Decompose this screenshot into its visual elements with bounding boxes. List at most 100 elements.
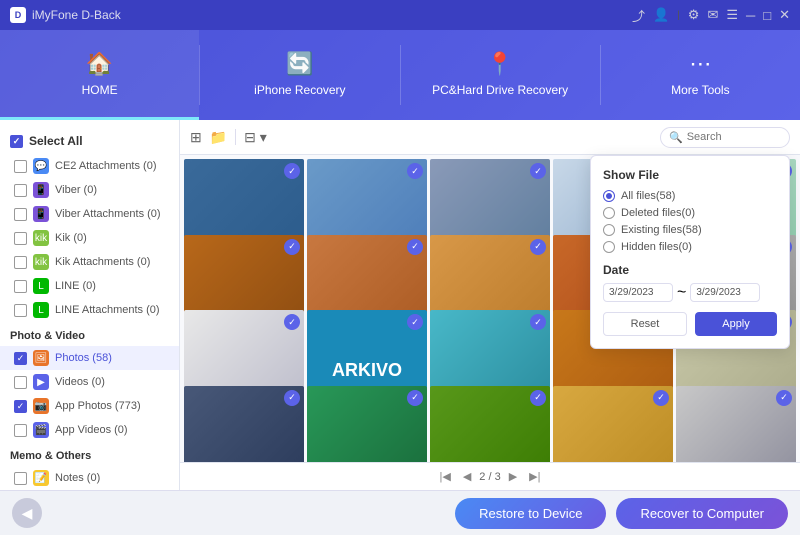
photo-check[interactable]: ✓ <box>530 239 546 255</box>
sidebar-item-kik-att[interactable]: kik Kik Attachments (0) <box>0 250 179 274</box>
viber-att-checkbox[interactable] <box>14 208 27 221</box>
select-all-row[interactable]: ✓ Select All <box>0 128 179 154</box>
back-button[interactable]: ◀ <box>12 498 42 528</box>
line-label: LINE (0) <box>55 280 169 292</box>
photo-check[interactable]: ✓ <box>653 390 669 406</box>
photo-check[interactable]: ✓ <box>530 390 546 406</box>
reset-button[interactable]: Reset <box>603 312 687 336</box>
prev-page-button[interactable]: ◀ <box>459 468 475 485</box>
home-icon: 🏠 <box>86 51 113 77</box>
sidebar-item-ce2[interactable]: 💬 CE2 Attachments (0) <box>0 154 179 178</box>
minimize-icon[interactable]: ─ <box>746 8 755 23</box>
user-icon[interactable]: 👤 <box>653 7 669 23</box>
line-att-checkbox[interactable] <box>14 304 27 317</box>
filter-existing[interactable]: Existing files(58) <box>603 224 777 236</box>
photo-cell[interactable]: ✓ <box>553 386 673 463</box>
iphone-recovery-icon: 🔄 <box>286 51 313 77</box>
nav-pc-recovery[interactable]: 📍 PC&Hard Drive Recovery <box>401 30 600 120</box>
kik-checkbox[interactable] <box>14 232 27 245</box>
memo-section: Memo & Others <box>0 442 179 466</box>
filter-hidden[interactable]: Hidden files(0) <box>603 241 777 253</box>
filter-deleted[interactable]: Deleted files(0) <box>603 207 777 219</box>
notes-icon: 📝 <box>33 470 49 486</box>
first-page-button[interactable]: |◀ <box>436 468 455 485</box>
photo-check[interactable]: ✓ <box>776 390 792 406</box>
photo-check[interactable]: ✓ <box>284 163 300 179</box>
nav-home-label: HOME <box>82 83 118 97</box>
maximize-icon[interactable]: □ <box>763 8 771 23</box>
filter-all-label: All files(58) <box>621 190 675 202</box>
app-videos-checkbox[interactable] <box>14 424 27 437</box>
filter-deleted-radio[interactable] <box>603 207 615 219</box>
viber-checkbox[interactable] <box>14 184 27 197</box>
date-from-input[interactable] <box>603 283 673 302</box>
close-icon[interactable]: ✕ <box>779 7 790 23</box>
nav-iphone-recovery[interactable]: 🔄 iPhone Recovery <box>200 30 399 120</box>
photos-checkbox[interactable]: ✓ <box>14 352 27 365</box>
photo-check[interactable]: ✓ <box>407 239 423 255</box>
nav-more-tools[interactable]: ⋯ More Tools <box>601 30 800 120</box>
sidebar-item-line-att[interactable]: L LINE Attachments (0) <box>0 298 179 322</box>
filter-title: Show File <box>603 168 777 182</box>
sidebar-item-videos[interactable]: ▶ Videos (0) <box>0 370 179 394</box>
photo-check[interactable]: ✓ <box>407 390 423 406</box>
line-checkbox[interactable] <box>14 280 27 293</box>
sidebar-item-viber-att[interactable]: 📱 Viber Attachments (0) <box>0 202 179 226</box>
videos-icon: ▶ <box>33 374 49 390</box>
restore-to-device-button[interactable]: Restore to Device <box>455 498 606 529</box>
nav-home[interactable]: 🏠 HOME <box>0 30 199 120</box>
share-icon[interactable]: ⤴ <box>632 6 645 25</box>
photo-check[interactable]: ✓ <box>407 163 423 179</box>
photo-check[interactable]: ✓ <box>284 239 300 255</box>
kik-att-icon: kik <box>33 254 49 270</box>
recover-to-computer-button[interactable]: Recover to Computer <box>616 498 788 529</box>
filter-existing-radio[interactable] <box>603 224 615 236</box>
filter-all-radio[interactable] <box>603 190 615 202</box>
last-page-button[interactable]: ▶| <box>525 468 544 485</box>
ce2-icon: 💬 <box>33 158 49 174</box>
sidebar-item-notes[interactable]: 📝 Notes (0) <box>0 466 179 490</box>
filter-icon[interactable]: ⊟ ▾ <box>244 129 267 146</box>
filter-hidden-radio[interactable] <box>603 241 615 253</box>
select-all-checkbox[interactable]: ✓ <box>10 135 23 148</box>
line-att-icon: L <box>33 302 49 318</box>
photo-cell[interactable]: ✓ <box>307 386 427 463</box>
notes-checkbox[interactable] <box>14 472 27 485</box>
menu-icon[interactable]: ☰ <box>726 7 738 23</box>
mail-icon[interactable]: ✉ <box>707 7 718 23</box>
photo-cell[interactable]: ✓ <box>430 386 550 463</box>
ce2-checkbox[interactable] <box>14 160 27 173</box>
photo-check[interactable]: ✓ <box>530 163 546 179</box>
filter-all-files[interactable]: All files(58) <box>603 190 777 202</box>
sidebar-item-kik[interactable]: kik Kik (0) <box>0 226 179 250</box>
photo-check[interactable]: ✓ <box>407 314 423 330</box>
grid-view-icon[interactable]: ⊞ <box>190 129 202 146</box>
photo-check[interactable]: ✓ <box>284 314 300 330</box>
folder-icon[interactable]: 📁 <box>210 129 227 146</box>
apply-button[interactable]: Apply <box>695 312 777 336</box>
settings-icon[interactable]: ⚙ <box>688 7 700 23</box>
sidebar-item-viber[interactable]: 📱 Viber (0) <box>0 178 179 202</box>
search-input[interactable] <box>687 131 781 143</box>
photo-cell[interactable]: ✓ <box>184 386 304 463</box>
sidebar-item-line[interactable]: L LINE (0) <box>0 274 179 298</box>
photo-check[interactable]: ✓ <box>530 314 546 330</box>
viber-label: Viber (0) <box>55 184 169 196</box>
app-videos-icon: 🎬 <box>33 422 49 438</box>
sidebar-item-photos[interactable]: ✓ 🖼 Photos (58) <box>0 346 179 370</box>
search-box[interactable]: 🔍 <box>660 127 790 148</box>
photo-check[interactable]: ✓ <box>284 390 300 406</box>
date-to-input[interactable] <box>690 283 760 302</box>
sidebar-item-app-videos[interactable]: 🎬 App Videos (0) <box>0 418 179 442</box>
titlebar: D iMyFone D-Back ⤴ 👤 | ⚙ ✉ ☰ ─ □ ✕ <box>0 0 800 30</box>
content-toolbar: ⊞ 📁 ⊟ ▾ 🔍 <box>180 120 800 155</box>
videos-checkbox[interactable] <box>14 376 27 389</box>
sidebar-item-app-photos[interactable]: ✓ 📷 App Photos (773) <box>0 394 179 418</box>
app-videos-label: App Videos (0) <box>55 424 169 436</box>
kik-att-checkbox[interactable] <box>14 256 27 269</box>
next-page-button[interactable]: ▶ <box>505 468 521 485</box>
app-photos-checkbox[interactable]: ✓ <box>14 400 27 413</box>
titlebar-left: D iMyFone D-Back <box>10 7 121 23</box>
photo-cell[interactable]: ✓ <box>676 386 796 463</box>
app-photos-icon: 📷 <box>33 398 49 414</box>
